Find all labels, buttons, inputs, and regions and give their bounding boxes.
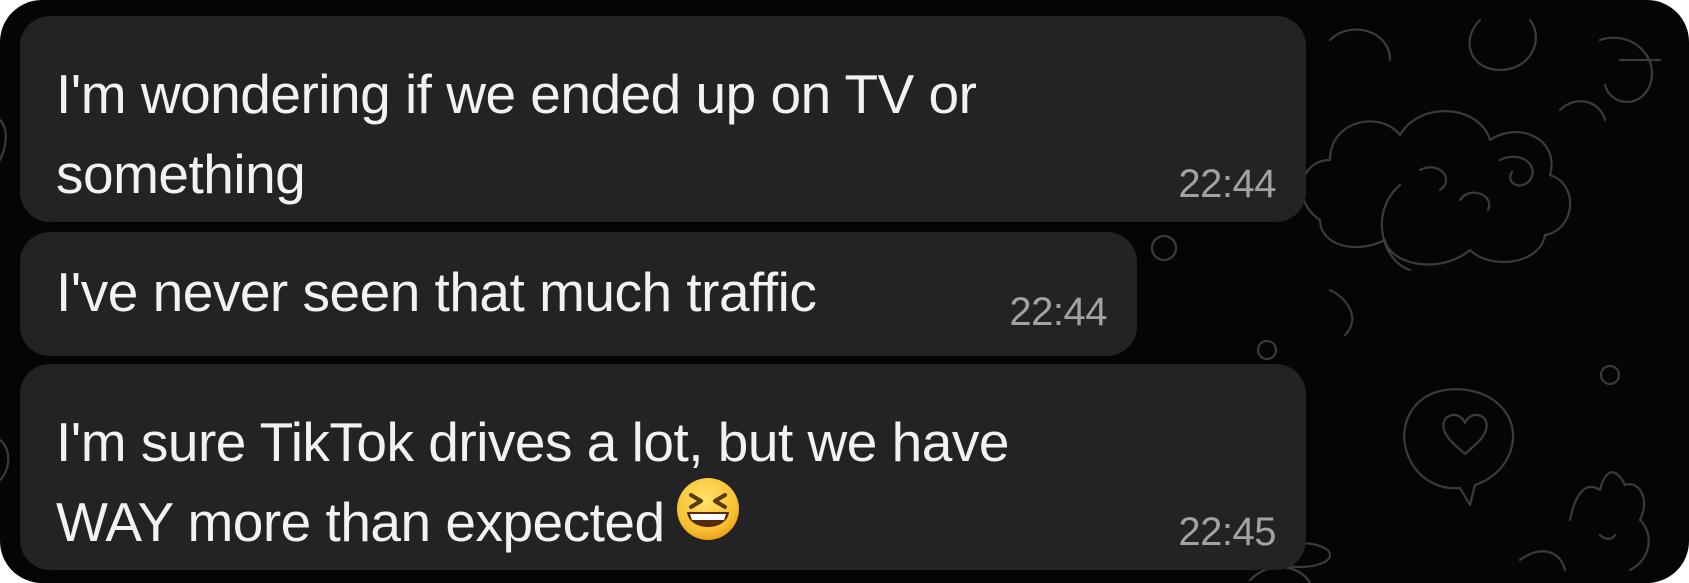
message-text: I'm sure TikTok drives a lot, but we hav… <box>56 402 1009 563</box>
message-timestamp: 22:44 <box>1178 162 1276 206</box>
message-text: I've never seen that much traffic <box>56 261 817 323</box>
message-timestamp: 22:44 <box>1009 290 1107 334</box>
message-bubble[interactable]: I've never seen that much traffic 22:44 <box>20 232 1137 356</box>
grinning-squinting-face-icon <box>675 476 741 563</box>
message-bubble[interactable]: I'm wondering if we ended up on TV or so… <box>20 16 1306 222</box>
chat-window: I'm wondering if we ended up on TV or so… <box>0 0 1689 583</box>
message-text: I'm wondering if we ended up on TV or so… <box>56 63 977 205</box>
message-timestamp: 22:45 <box>1178 510 1276 554</box>
message-bubble[interactable]: I'm sure TikTok drives a lot, but we hav… <box>20 364 1306 570</box>
